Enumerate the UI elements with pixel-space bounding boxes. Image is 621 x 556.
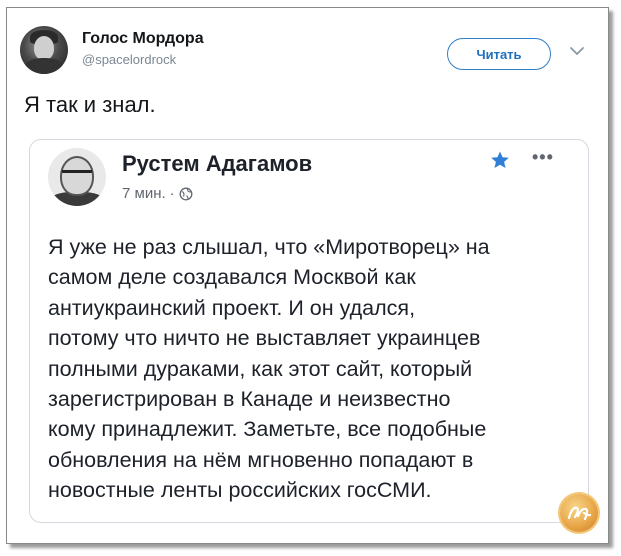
meta-separator: · [169,185,175,202]
post-line: зарегистрирован в Канаде и неизвестно [48,387,451,412]
embedded-post-meta: 7 мин. · [122,185,193,202]
author-name[interactable]: Голос Мордора [82,30,204,48]
globe-icon [179,187,193,200]
tweet-text: Я так и знал. [24,92,156,117]
star-icon[interactable] [490,150,510,170]
avatar-glasses [62,170,92,179]
more-icon[interactable]: ••• [532,147,554,168]
post-line: Я уже не раз слышал, что «Миротворец» на [48,235,490,259]
watermark-logo [560,494,598,532]
embedded-author-name[interactable]: Рустем Адагамов [122,151,312,177]
embedded-author-avatar[interactable] [48,148,106,206]
post-line: самом деле создавался Москвой как [48,265,416,290]
author-avatar[interactable] [20,26,68,74]
watermark-glyph [567,506,592,521]
follow-button[interactable]: Читать [447,38,551,70]
embedded-post-text: Я уже не раз слышал, что «Миротворец» на… [48,232,578,506]
post-line: кому принадлежит. Заметьте, все подобные [48,417,487,442]
post-time[interactable]: 7 мин. [122,185,166,202]
post-line: обновления на нём мгновенно попадают в [48,447,474,472]
avatar-face [34,36,54,60]
post-line: новостные ленты российских госСМИ. [48,478,432,503]
post-line: полными дураками, как этот сайт, который [48,356,473,381]
post-line: потому что ничто не выставляет украинцев [48,326,481,351]
avatar-body [24,58,64,74]
chevron-down-icon[interactable] [568,44,586,58]
post-line: антиукраинский проект. И он удался, [48,295,416,320]
author-handle[interactable]: @spacelordrock [82,52,176,67]
